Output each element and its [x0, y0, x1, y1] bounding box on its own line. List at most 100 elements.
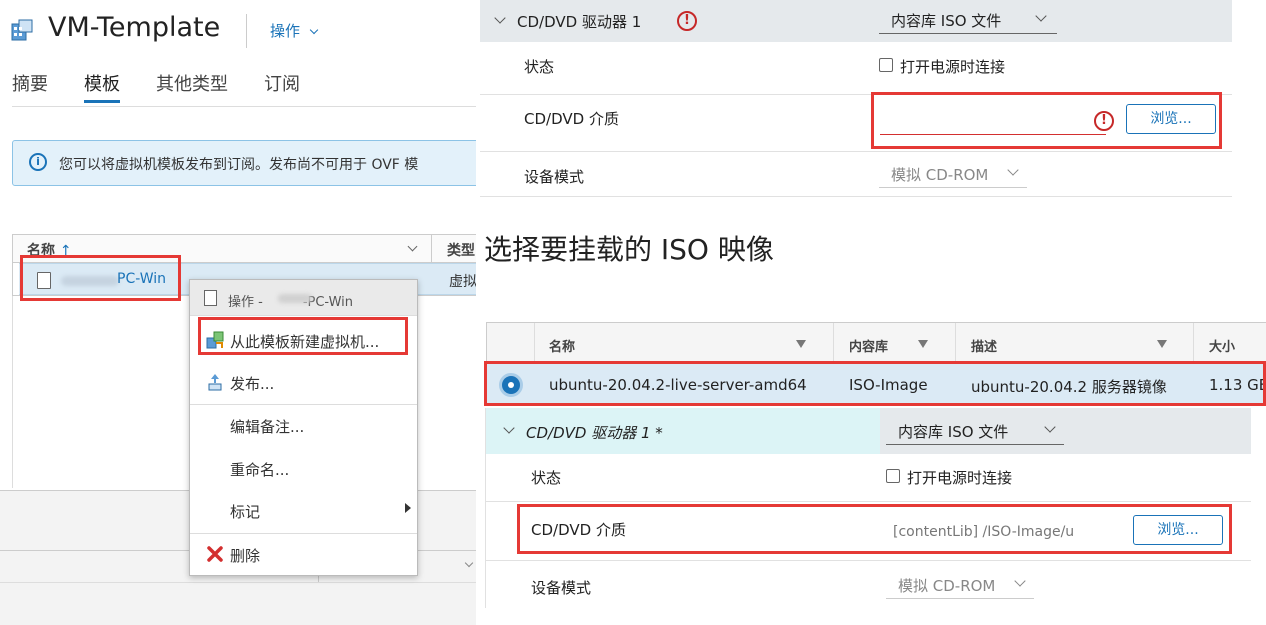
- row-select-radio[interactable]: [499, 373, 523, 397]
- cd-drive-1-title: CD/DVD 驱动器 1: [517, 13, 642, 31]
- grid-header: 名称 ↑ 类型: [13, 235, 476, 263]
- column-separator: [833, 323, 834, 363]
- column-menu-chevron-icon[interactable]: [407, 239, 418, 253]
- cd-media-path[interactable]: [contentLib] /ISO-Image/u: [893, 524, 1079, 540]
- chevron-down-icon: [1014, 575, 1026, 587]
- chevron-down-icon: [1007, 164, 1019, 176]
- menu-item-label: 删除: [230, 547, 261, 565]
- page-title: VM-Template: [48, 12, 221, 43]
- info-text: 您可以将虚拟机模板发布到订阅。发布尚不可用于 OVF 模: [59, 157, 419, 173]
- connect-at-power-on-checkbox[interactable]: [886, 469, 900, 483]
- menu-item-tags[interactable]: 标记: [190, 490, 417, 530]
- iso-dialog-heading: 选择要挂载的 ISO 映像: [484, 233, 774, 266]
- grid-left-border: [12, 296, 13, 488]
- info-banner: i 您可以将虚拟机模板发布到订阅。发布尚不可用于 OVF 模: [12, 140, 476, 186]
- menu-item-label: 从此模板新建虚拟机...: [230, 333, 380, 351]
- chevron-down-icon: [1044, 421, 1056, 433]
- error-icon: !: [1094, 111, 1114, 131]
- iso-size-cell: 1.13 GB: [1209, 376, 1266, 394]
- menu-item-rename[interactable]: 重命名...: [190, 448, 417, 488]
- select-value: 模拟 CD-ROM: [898, 577, 996, 595]
- browse-button[interactable]: 浏览...: [1133, 515, 1223, 545]
- header-divider: [246, 14, 247, 48]
- iso-table-header: 名称 内容库 描述 大小: [487, 323, 1266, 363]
- column-header-type[interactable]: 类型: [447, 240, 475, 260]
- vm-template-icon: [11, 19, 33, 41]
- column-header-name[interactable]: 名称 ↑: [27, 240, 72, 260]
- connect-at-power-on-label: 打开电源时连接: [907, 469, 1013, 487]
- sort-ascending-icon: ↑: [59, 243, 72, 259]
- input-error-underline: [880, 134, 1106, 135]
- context-menu: 操作 - -PC-Win 从此模板新建虚拟机... 发布... 编辑备注... 重…: [189, 279, 418, 576]
- chevron-down-icon: [1035, 10, 1047, 22]
- menu-item-publish[interactable]: 发布...: [190, 362, 417, 402]
- device-mode-label: 设备模式: [531, 579, 592, 597]
- publish-icon: [208, 374, 222, 391]
- cd-drive-1-header[interactable]: CD/DVD 驱动器 1 ! 内容库 ISO 文件: [480, 0, 1232, 42]
- iso-name-cell: ubuntu-20.04.2-live-server-amd64: [549, 376, 807, 394]
- column-header-library[interactable]: 内容库: [849, 336, 888, 355]
- menu-item-edit-notes[interactable]: 编辑备注...: [190, 405, 417, 445]
- column-header-name[interactable]: 名称: [549, 336, 575, 355]
- cd-media-input[interactable]: [880, 98, 1106, 134]
- delete-icon: [207, 546, 223, 562]
- row-divider: [480, 196, 1232, 197]
- panel-left-border: [485, 408, 486, 608]
- bottom-divider-2: [0, 582, 476, 583]
- tab-bar: 摘要 模板 其他类型 订阅: [12, 70, 476, 106]
- actions-label: 操作: [270, 22, 301, 40]
- info-icon: i: [29, 153, 47, 171]
- redacted-text: [278, 294, 312, 303]
- filter-icon[interactable]: [796, 340, 806, 348]
- menu-item-label: 重命名...: [230, 461, 290, 479]
- iso-table: 名称 内容库 描述 大小 ubuntu-20.04.2-live-server-…: [486, 322, 1266, 406]
- row-divider: [486, 501, 1251, 502]
- chevron-down-icon[interactable]: [494, 12, 506, 24]
- template-file-icon: [204, 290, 217, 306]
- tabs-divider: [12, 106, 476, 107]
- menu-item-new-vm-from-template[interactable]: 从此模板新建虚拟机...: [190, 320, 417, 360]
- tab-summary[interactable]: 摘要: [12, 70, 48, 96]
- select-value: 模拟 CD-ROM: [891, 166, 989, 184]
- status-label: 状态: [524, 58, 555, 76]
- menu-item-label: 发布...: [230, 375, 275, 393]
- device-mode-select: 模拟 CD-ROM: [879, 160, 1027, 188]
- connect-at-power-on-checkbox[interactable]: [879, 58, 893, 72]
- column-separator: [955, 323, 956, 363]
- submenu-arrow-icon: [405, 503, 411, 513]
- column-name-label: 名称: [27, 243, 55, 259]
- select-value: 内容库 ISO 文件: [891, 12, 1002, 30]
- filter-icon[interactable]: [1157, 340, 1167, 348]
- chevron-down-icon: [309, 25, 319, 35]
- device-mode-select: 模拟 CD-ROM: [886, 571, 1034, 599]
- menu-item-label: 标记: [230, 503, 261, 521]
- iso-description-cell: ubuntu-20.04.2 服务器镜像: [971, 378, 1167, 396]
- template-name-link[interactable]: PC-Win: [117, 271, 166, 287]
- tab-templates[interactable]: 模板: [84, 70, 120, 103]
- iso-library-cell: ISO-Image: [849, 376, 928, 394]
- tab-other-types[interactable]: 其他类型: [156, 70, 228, 96]
- tab-subscriptions[interactable]: 订阅: [264, 70, 300, 96]
- column-separator: [431, 235, 432, 263]
- row-divider: [480, 94, 1232, 95]
- connect-at-power-on-label: 打开电源时连接: [900, 58, 1006, 76]
- cd-drive-2-type-select[interactable]: 内容库 ISO 文件: [886, 417, 1064, 445]
- new-vm-from-template-icon: [206, 331, 224, 349]
- redacted-text: [61, 276, 119, 286]
- filter-icon[interactable]: [918, 340, 928, 348]
- device-mode-label: 设备模式: [524, 168, 585, 186]
- column-header-description[interactable]: 描述: [971, 336, 997, 355]
- actions-dropdown[interactable]: 操作: [270, 20, 319, 41]
- table-row[interactable]: ubuntu-20.04.2-live-server-amd64 ISO-Ima…: [487, 364, 1266, 406]
- row-divider: [486, 560, 1251, 561]
- cd-drive-1-type-select[interactable]: 内容库 ISO 文件: [879, 6, 1057, 34]
- column-separator: [1193, 323, 1194, 363]
- template-file-icon: [37, 272, 51, 289]
- browse-button[interactable]: 浏览...: [1126, 104, 1216, 134]
- status-label: 状态: [531, 469, 562, 487]
- column-separator: [534, 323, 535, 363]
- column-header-size[interactable]: 大小: [1209, 336, 1235, 355]
- cd-media-label: CD/DVD 介质: [524, 110, 619, 128]
- menu-title-prefix: 操作 -: [228, 295, 263, 310]
- menu-item-delete[interactable]: 删除: [190, 534, 417, 574]
